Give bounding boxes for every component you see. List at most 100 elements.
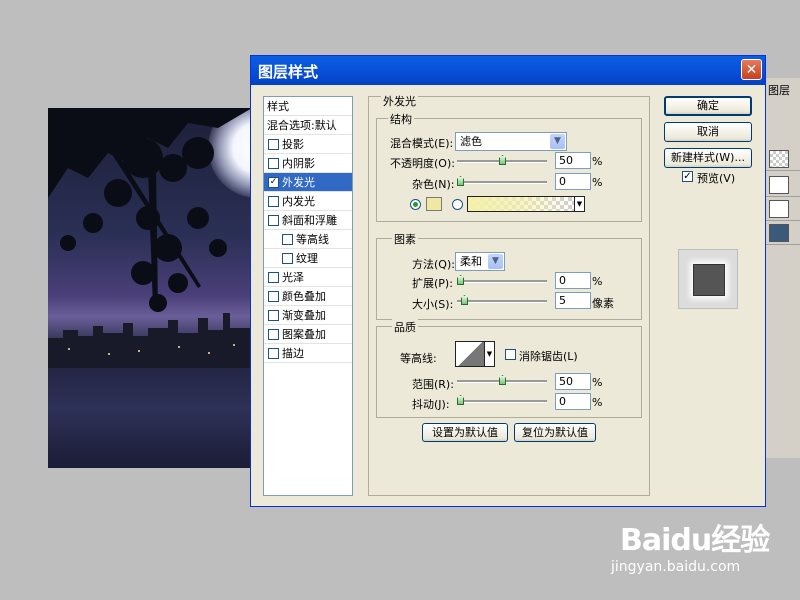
- layer-thumbnail: [769, 150, 789, 168]
- style-checkbox[interactable]: [268, 138, 279, 150]
- reset-default-button[interactable]: 复位为默认值: [514, 423, 596, 442]
- slider-thumb[interactable]: [499, 375, 506, 385]
- layer-row[interactable]: [766, 174, 800, 197]
- quality-title: 品质: [392, 319, 418, 335]
- outer-glow-title: 外发光: [381, 93, 418, 109]
- preview-checkbox[interactable]: ✓: [682, 171, 693, 182]
- anti-alias-checkbox[interactable]: [505, 349, 516, 360]
- jitter-label: 抖动(J):: [412, 398, 450, 411]
- style-checkbox[interactable]: [268, 309, 279, 321]
- gradient-radio[interactable]: [452, 199, 463, 210]
- contour-label: 等高线:: [400, 352, 437, 365]
- style-checkbox[interactable]: [282, 252, 293, 264]
- blend-options-item[interactable]: 混合选项:默认: [264, 116, 352, 135]
- layers-tab[interactable]: 图层: [768, 82, 790, 98]
- slider-thumb[interactable]: [457, 275, 464, 285]
- layer-row[interactable]: [766, 222, 800, 245]
- water: [48, 368, 252, 468]
- style-list-header[interactable]: 样式: [264, 97, 352, 116]
- spread-label: 扩展(P):: [412, 277, 453, 290]
- dialog-titlebar[interactable]: 图层样式 ✕: [251, 56, 765, 85]
- chevron-down-icon: ▼: [550, 134, 565, 149]
- style-item-texture[interactable]: 纹理: [264, 249, 352, 268]
- opacity-input[interactable]: 50: [555, 152, 591, 169]
- style-item-outer-glow[interactable]: ✓ 外发光: [264, 173, 352, 192]
- new-style-button[interactable]: 新建样式(W)...: [664, 148, 752, 168]
- solid-color-radio[interactable]: [410, 199, 421, 210]
- jitter-unit: %: [592, 396, 603, 409]
- style-item-drop-shadow[interactable]: 投影: [264, 135, 352, 154]
- style-item-contour[interactable]: 等高线: [264, 230, 352, 249]
- style-item-inner-shadow[interactable]: 内阴影: [264, 154, 352, 173]
- layer-thumbnail: [769, 224, 789, 242]
- jitter-slider[interactable]: [457, 395, 547, 406]
- glow-color-swatch[interactable]: [426, 197, 442, 211]
- gradient-dropdown-button[interactable]: ▼: [575, 196, 585, 212]
- technique-select[interactable]: 柔和 ▼: [455, 252, 505, 271]
- elements-title: 图素: [392, 231, 418, 247]
- style-checkbox[interactable]: [282, 233, 293, 245]
- layers-panel: 图层: [765, 78, 800, 458]
- opacity-slider[interactable]: [457, 155, 547, 166]
- cancel-button[interactable]: 取消: [664, 122, 752, 142]
- style-item-bevel-emboss[interactable]: 斜面和浮雕: [264, 211, 352, 230]
- style-preview: [678, 249, 738, 309]
- style-checkbox[interactable]: [268, 328, 279, 340]
- spread-slider[interactable]: [457, 275, 547, 286]
- glow-gradient-picker[interactable]: [467, 196, 575, 212]
- layer-thumbnail: [769, 200, 789, 218]
- style-item-satin[interactable]: 光泽: [264, 268, 352, 287]
- style-item-label: 光泽: [282, 271, 304, 284]
- opacity-label: 不透明度(O):: [390, 157, 455, 170]
- style-item-pattern-overlay[interactable]: 图案叠加: [264, 325, 352, 344]
- layer-row[interactable]: [766, 148, 800, 171]
- spread-unit: %: [592, 275, 603, 288]
- dialog-title: 图层样式: [258, 63, 319, 81]
- style-checkbox[interactable]: [268, 347, 279, 359]
- style-item-label: 内发光: [282, 195, 315, 208]
- noise-slider[interactable]: [457, 176, 547, 187]
- style-item-stroke[interactable]: 描边: [264, 344, 352, 363]
- slider-thumb[interactable]: [457, 176, 464, 186]
- set-default-button[interactable]: 设置为默认值: [422, 423, 508, 442]
- noise-unit: %: [592, 176, 603, 189]
- contour-dropdown-button[interactable]: ▼: [485, 341, 495, 367]
- blend-mode-select[interactable]: 滤色 ▼: [455, 132, 567, 151]
- style-checkbox[interactable]: [268, 290, 279, 302]
- close-button[interactable]: ✕: [741, 59, 762, 80]
- style-item-inner-glow[interactable]: 内发光: [264, 192, 352, 211]
- style-checkbox[interactable]: [268, 195, 279, 207]
- slider-track: [457, 300, 547, 303]
- opacity-unit: %: [592, 155, 603, 168]
- noise-input[interactable]: 0: [555, 173, 591, 190]
- size-input[interactable]: 5: [555, 292, 591, 309]
- slider-thumb[interactable]: [457, 395, 464, 405]
- contour-picker[interactable]: [455, 341, 485, 367]
- jitter-input[interactable]: 0: [555, 393, 591, 410]
- size-slider[interactable]: [457, 295, 547, 306]
- spread-input[interactable]: 0: [555, 272, 591, 289]
- style-preview-swatch: [693, 264, 725, 296]
- slider-thumb[interactable]: [461, 295, 468, 305]
- style-checkbox[interactable]: [268, 271, 279, 283]
- blend-mode-value: 滤色: [460, 135, 482, 148]
- ok-button[interactable]: 确定: [664, 96, 752, 116]
- style-checkbox[interactable]: ✓: [268, 176, 279, 188]
- technique-value: 柔和: [460, 255, 482, 268]
- preview-label: 预览(V): [697, 172, 736, 185]
- style-checkbox[interactable]: [268, 214, 279, 226]
- layer-row[interactable]: [766, 198, 800, 221]
- style-item-gradient-overlay[interactable]: 渐变叠加: [264, 306, 352, 325]
- range-input[interactable]: 50: [555, 373, 591, 390]
- style-item-label: 纹理: [296, 252, 318, 265]
- structure-title: 结构: [388, 111, 414, 127]
- slider-track: [457, 400, 547, 403]
- style-item-color-overlay[interactable]: 颜色叠加: [264, 287, 352, 306]
- layer-style-dialog: 图层样式 ✕ 样式 混合选项:默认 投影 内阴影 ✓ 外发光 内发光 斜面和浮雕 …: [250, 55, 766, 507]
- style-checkbox[interactable]: [268, 157, 279, 169]
- slider-thumb[interactable]: [499, 155, 506, 165]
- range-slider[interactable]: [457, 375, 547, 386]
- city-skyline: [48, 313, 252, 368]
- style-item-label: 图案叠加: [282, 328, 326, 341]
- document-canvas: [48, 108, 252, 468]
